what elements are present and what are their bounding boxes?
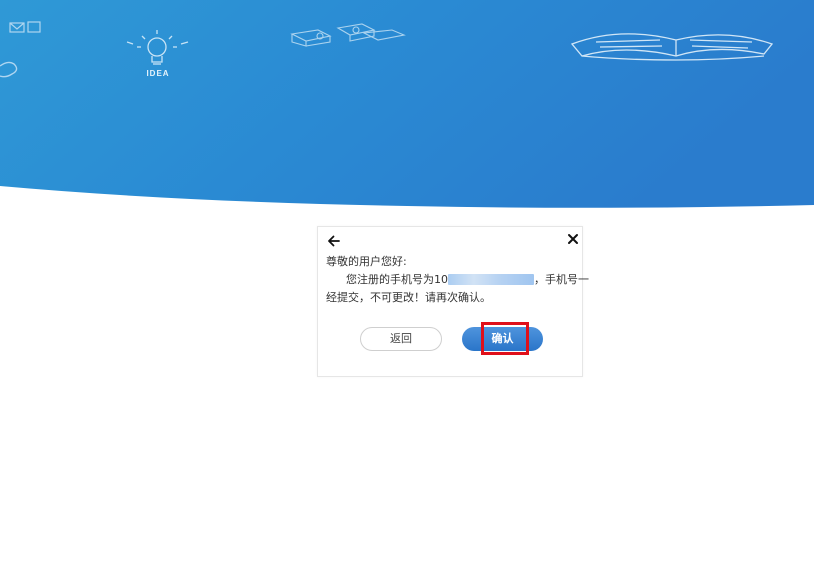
idea-text: IDEA [146,69,169,78]
message-line-1: 您注册的手机号为10 ，手机号一 [326,271,589,289]
message-part-1: 您注册的手机号为 [346,273,434,286]
phone-number-redacted [448,274,534,285]
greeting-text: 尊敬的用户您好: [326,255,407,268]
back-button[interactable]: 返回 [360,327,442,351]
header-banner: IDEA [0,0,814,210]
arrow-left-icon[interactable] [327,234,341,248]
phone-visible-digits: 10 [434,273,448,286]
close-icon[interactable] [567,233,579,245]
page: IDEA 尊敬的用户您好: 您注册的手机号为10 ，手机号一 经提交，不可更改！… [0,0,814,588]
message-line-2: 经提交，不可更改！请再次确认。 [326,291,491,304]
confirm-dialog: 尊敬的用户您好: 您注册的手机号为10 ，手机号一 经提交，不可更改！请再次确认。… [317,226,589,377]
message-part-2: ，手机号一 [534,273,589,286]
confirm-message: 您注册的手机号为10 ，手机号一 经提交，不可更改！请再次确认。 [326,271,589,307]
confirm-button[interactable]: 确认 [462,327,543,351]
banner-graphic: IDEA [0,0,814,208]
